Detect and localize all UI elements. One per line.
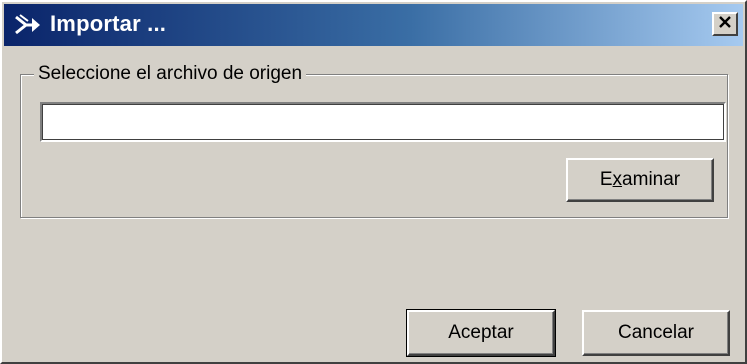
source-file-group-legend: Seleccione el archivo de origen xyxy=(34,63,307,85)
title-bar[interactable]: Importar ... xyxy=(4,4,743,46)
accept-button[interactable]: Aceptar xyxy=(406,309,556,357)
close-icon xyxy=(718,15,732,33)
browse-button-label: Examinar xyxy=(599,169,681,190)
import-dialog: Importar ... Seleccione el archivo de or… xyxy=(0,0,747,364)
source-file-input[interactable] xyxy=(40,102,726,142)
import-arrow-icon xyxy=(14,13,42,37)
source-file-group: Seleccione el archivo de origen Examinar xyxy=(20,63,728,218)
browse-button[interactable]: Examinar xyxy=(566,158,714,202)
cancel-button[interactable]: Cancelar xyxy=(582,310,730,356)
window-title: Importar ... xyxy=(50,11,167,36)
close-button[interactable] xyxy=(712,12,738,36)
